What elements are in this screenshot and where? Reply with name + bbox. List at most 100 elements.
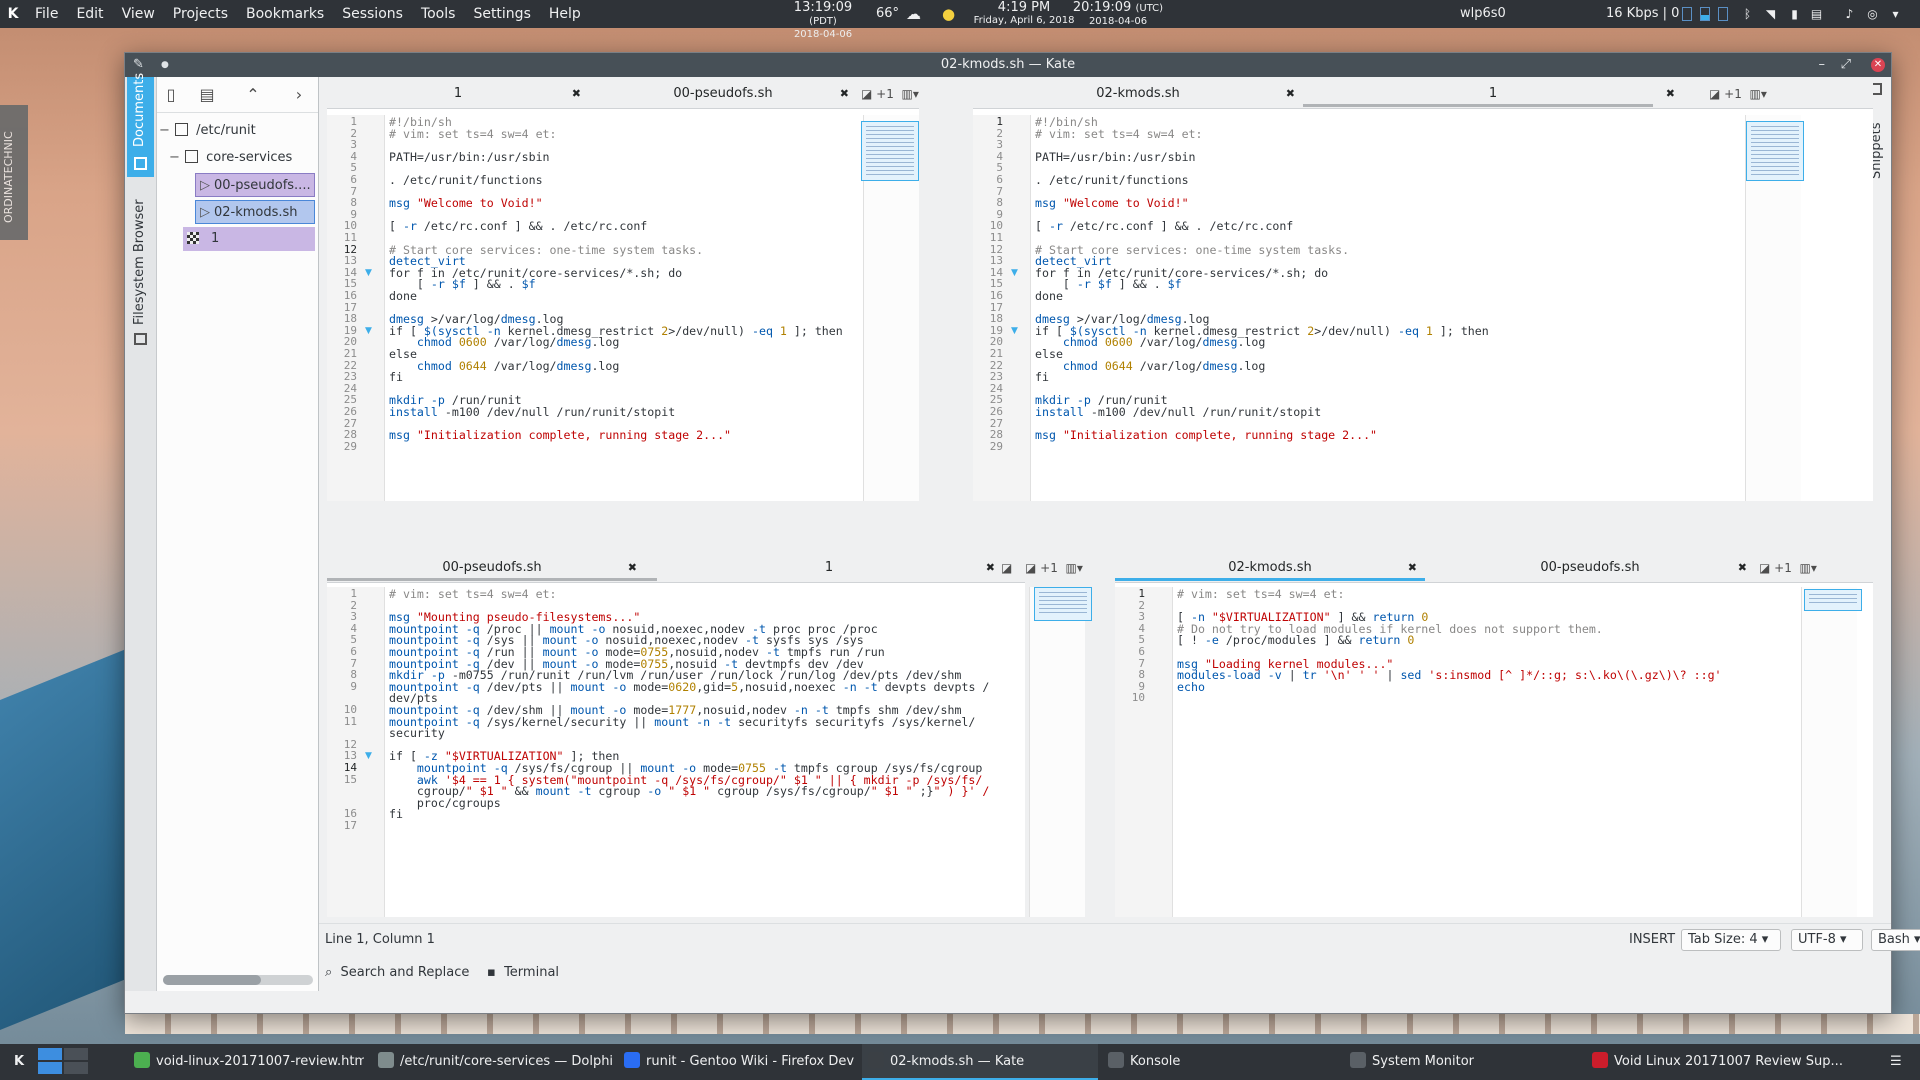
tab-overflow[interactable]: +1 bbox=[876, 87, 894, 101]
bluetooth-icon[interactable]: ᛒ bbox=[1741, 7, 1754, 21]
tab-size-select[interactable]: Tab Size: 4 ▾ bbox=[1681, 929, 1781, 951]
tab-00-pseudofs[interactable]: 00-pseudofs.sh ✖ bbox=[1425, 561, 1755, 583]
tray-expand-icon[interactable]: ▾ bbox=[1889, 7, 1902, 21]
battery-icon[interactable]: ▮ bbox=[1788, 7, 1801, 21]
tree-item-untitled-1[interactable]: 1 bbox=[183, 227, 315, 251]
input-mode[interactable]: INSERT bbox=[1629, 924, 1675, 956]
code-editor[interactable]: 1 #!/bin/sh 2 # vim: set ts=4 sw=4 et: 3 4 PAT… bbox=[973, 115, 1873, 501]
tab-overflow[interactable]: +1 bbox=[1724, 87, 1742, 101]
minimap-scrollbar[interactable] bbox=[1029, 587, 1092, 917]
menu-help[interactable]: Help bbox=[540, 0, 590, 28]
tree-item-02-kmods[interactable]: ▷ 02-kmods.sh bbox=[195, 200, 315, 224]
tab-overflow[interactable]: +1 bbox=[1040, 561, 1058, 575]
tab-documents[interactable]: Documents bbox=[127, 73, 154, 177]
tab-close-icon[interactable]: ✖ bbox=[1738, 561, 1747, 583]
menu-settings[interactable]: Settings bbox=[464, 0, 539, 28]
desktop-3[interactable] bbox=[38, 1062, 62, 1074]
tab-overflow[interactable]: +1 bbox=[1774, 561, 1792, 575]
menu-view[interactable]: View bbox=[113, 0, 164, 28]
clipboard-icon[interactable]: ▤ bbox=[1810, 7, 1823, 21]
tab-close-icon[interactable]: ✖ bbox=[1666, 79, 1675, 109]
volume-icon[interactable]: ♪ bbox=[1843, 7, 1856, 21]
desktop-4[interactable] bbox=[64, 1062, 88, 1074]
menu-bookmarks[interactable]: Bookmarks bbox=[237, 0, 333, 28]
titlebar[interactable]: ✎ ● 02-kmods.sh — Kate – ⤢ ✕ bbox=[125, 53, 1891, 77]
minimap-scrollbar[interactable] bbox=[861, 115, 919, 501]
minimap-viewport[interactable] bbox=[1034, 587, 1092, 621]
code-editor[interactable]: 1 #!/bin/sh 2 # vim: set ts=4 sw=4 et: 3 4 PAT… bbox=[327, 115, 919, 501]
tab-02-kmods[interactable]: 02-kmods.sh ✖ bbox=[973, 79, 1303, 109]
menu-sessions[interactable]: Sessions bbox=[333, 0, 412, 28]
tab-close-icon[interactable]: ✖ bbox=[1286, 79, 1295, 109]
quick-open-icon[interactable]: ◪ bbox=[1001, 561, 1012, 575]
split-view-icon[interactable]: ▥▾ bbox=[1800, 561, 1817, 575]
minimap-scrollbar[interactable] bbox=[1745, 115, 1804, 501]
network-speed[interactable]: 16 Kbps | 0 bbox=[1606, 0, 1679, 28]
minimap-viewport[interactable] bbox=[1746, 121, 1804, 181]
menu-edit[interactable]: Edit bbox=[67, 0, 112, 28]
fold-marker-icon[interactable]: ▼ bbox=[365, 266, 372, 280]
fold-marker-icon[interactable]: ▼ bbox=[1011, 266, 1018, 280]
up-icon[interactable]: ⌃ bbox=[243, 85, 263, 105]
code-editor[interactable]: 1 # vim: set ts=4 sw=4 et: 2 3 msg "Mounting… bbox=[327, 587, 1025, 917]
tab-untitled-1[interactable]: 1 ✖ bbox=[327, 79, 589, 109]
taskbar-task[interactable]: Konsole bbox=[1102, 1044, 1338, 1080]
pager[interactable] bbox=[38, 1044, 90, 1080]
scrollbar-thumb[interactable] bbox=[163, 975, 261, 985]
next-icon[interactable]: › bbox=[289, 85, 309, 105]
notifications-icon[interactable]: ◎ bbox=[1866, 7, 1879, 21]
menu-projects[interactable]: Projects bbox=[164, 0, 237, 28]
tab-untitled-1[interactable]: 1 ✖ bbox=[657, 561, 1001, 583]
fold-marker-icon[interactable]: ▼ bbox=[1011, 324, 1018, 338]
maximize-icon[interactable]: ⤢ bbox=[1841, 53, 1851, 77]
tree-horizontal-scrollbar[interactable] bbox=[163, 975, 313, 985]
fold-marker-icon[interactable]: ▼ bbox=[365, 749, 372, 763]
minimap-scrollbar[interactable] bbox=[1801, 587, 1862, 917]
menu-file[interactable]: File bbox=[26, 0, 67, 28]
desktop-2[interactable] bbox=[64, 1048, 88, 1060]
split-view-icon[interactable]: ▥▾ bbox=[902, 87, 919, 101]
network-interface[interactable]: wlp6s0 bbox=[1460, 0, 1506, 28]
tab-close-icon[interactable]: ✖ bbox=[572, 79, 581, 109]
minimize-icon[interactable]: – bbox=[1819, 53, 1826, 77]
tab-00-pseudofs[interactable]: 00-pseudofs.sh ✖ bbox=[589, 79, 857, 109]
minimap-viewport[interactable] bbox=[861, 121, 919, 181]
taskbar-task[interactable]: void-linux-20171007-review.html ... bbox=[128, 1044, 364, 1080]
new-document-icon[interactable]: ▯ bbox=[161, 85, 181, 105]
tree-item-00-pseudofs[interactable]: ▷ 00-pseudofs.... bbox=[195, 173, 315, 197]
minimap-viewport[interactable] bbox=[1804, 589, 1862, 611]
quick-open-icon[interactable]: ◪ bbox=[1709, 87, 1720, 101]
split-view-icon[interactable]: ▥▾ bbox=[1066, 561, 1083, 575]
menu-tools[interactable]: Tools bbox=[412, 0, 465, 28]
taskbar-task[interactable]: Void Linux 20171007 Review Sup... bbox=[1586, 1044, 1886, 1080]
tree-item-core-services[interactable]: − core-services bbox=[169, 146, 292, 170]
clock-utc[interactable]: 20:19:09 (UTC) 2018-04-06 bbox=[1068, 1, 1168, 28]
taskbar-task[interactable]: /etc/runit/core-services — Dolphin bbox=[372, 1044, 612, 1080]
fold-marker-icon[interactable]: ▼ bbox=[365, 324, 372, 338]
kde-launcher-icon[interactable]: K bbox=[0, 6, 26, 22]
save-all-icon[interactable]: ▤ bbox=[197, 85, 217, 105]
search-replace-toolview[interactable]: ⌕ Search and Replace bbox=[325, 955, 469, 987]
quick-open-icon[interactable]: ◪ bbox=[1759, 561, 1770, 575]
tree-item-etc-runit[interactable]: − /etc/runit bbox=[159, 119, 256, 143]
split-view-icon[interactable]: ▥▾ bbox=[1750, 87, 1767, 101]
encoding-select[interactable]: UTF-8 ▾ bbox=[1791, 929, 1863, 951]
application-launcher-icon[interactable]: K bbox=[6, 1044, 32, 1080]
taskbar-task[interactable]: runit - Gentoo Wiki - Firefox Deve... bbox=[618, 1044, 854, 1080]
clock-pdt[interactable]: 13:19:09 (PDT) 2018-04-06 bbox=[778, 1, 868, 41]
syntax-select[interactable]: Bash ▾ bbox=[1871, 929, 1920, 951]
tab-filesystem-browser[interactable]: Filesystem Browser bbox=[127, 199, 154, 361]
cursor-position[interactable]: Line 1, Column 1 bbox=[325, 924, 435, 956]
show-desktop-icon[interactable]: ☰ bbox=[1890, 1044, 1914, 1080]
quick-open-icon[interactable]: ◪ bbox=[1025, 561, 1036, 575]
tab-close-icon[interactable]: ✖ bbox=[840, 79, 849, 109]
pin-icon[interactable]: ● bbox=[161, 53, 169, 77]
wifi-icon[interactable]: ◥ bbox=[1764, 7, 1777, 21]
temperature[interactable]: 66° bbox=[876, 0, 899, 28]
taskbar-task[interactable]: System Monitor bbox=[1344, 1044, 1580, 1080]
code-editor[interactable]: 1 # vim: set ts=4 sw=4 et: 2 3[ -n "$VIRTUA… bbox=[1115, 587, 1873, 917]
terminal-toolview[interactable]: ▪ Terminal bbox=[487, 955, 559, 987]
taskbar-task[interactable]: 02-kmods.sh — Kate bbox=[862, 1044, 1098, 1080]
desktop-1[interactable] bbox=[38, 1048, 62, 1060]
close-icon[interactable]: ✕ bbox=[1871, 58, 1885, 72]
